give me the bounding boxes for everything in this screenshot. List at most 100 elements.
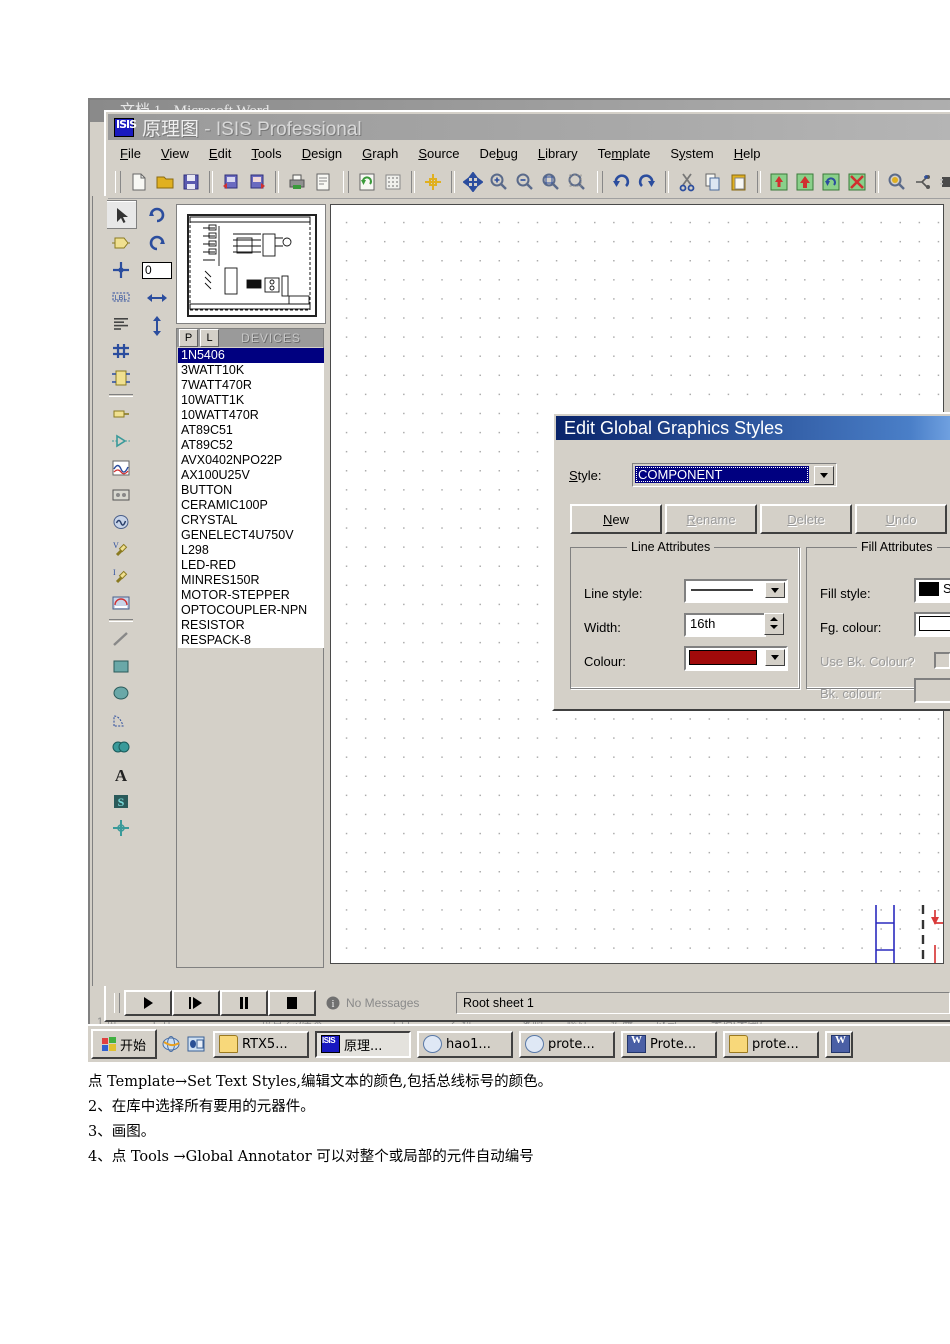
junction-dot-icon[interactable]: [106, 256, 136, 283]
line-colour-combobox[interactable]: [684, 646, 788, 671]
chevron-down-icon[interactable]: [814, 466, 834, 485]
graph-mode-icon[interactable]: [106, 454, 136, 481]
copy-icon[interactable]: [701, 170, 725, 194]
device-list-item[interactable]: GENELECT4U750V: [178, 528, 324, 543]
taskbar-button[interactable]: RTX5...: [213, 1030, 309, 1058]
marker-tool-icon[interactable]: [106, 814, 136, 841]
refresh-icon[interactable]: [355, 170, 379, 194]
fg-colour-combobox[interactable]: [914, 612, 950, 637]
menu-view[interactable]: View: [161, 146, 189, 161]
component-mode-icon[interactable]: [106, 229, 136, 256]
play-button[interactable]: [124, 990, 172, 1016]
menu-design[interactable]: Design: [302, 146, 342, 161]
device-list-item[interactable]: LED-RED: [178, 558, 324, 573]
menu-edit[interactable]: Edit: [209, 146, 231, 161]
devices-p-button[interactable]: P: [179, 329, 198, 347]
line-style-combobox[interactable]: [684, 579, 788, 603]
preview-panel[interactable]: [176, 204, 326, 324]
device-list-item[interactable]: RESPACK-8: [178, 633, 324, 648]
new-file-icon[interactable]: [127, 170, 151, 194]
toolbar-grip[interactable]: [343, 170, 349, 193]
save-file-icon[interactable]: [179, 170, 203, 194]
quick-launch-outlook-icon[interactable]: [185, 1033, 207, 1055]
box-tool-icon[interactable]: [106, 652, 136, 679]
step-button[interactable]: [172, 990, 220, 1016]
property-assign-icon[interactable]: [885, 170, 909, 194]
mirror-x-icon[interactable]: [142, 284, 172, 312]
terminals-mode-icon[interactable]: [106, 400, 136, 427]
device-list-item[interactable]: L298: [178, 543, 324, 558]
arc-tool-icon[interactable]: [106, 706, 136, 733]
menu-system[interactable]: System: [670, 146, 713, 161]
subcircuit-icon[interactable]: [106, 364, 136, 391]
mirror-y-icon[interactable]: [142, 312, 172, 340]
print-icon[interactable]: [285, 170, 309, 194]
menu-file[interactable]: File: [120, 146, 141, 161]
text-script-icon[interactable]: [106, 310, 136, 337]
text-tool-icon[interactable]: A: [106, 760, 136, 787]
device-list-item[interactable]: 3WATT10K: [178, 363, 324, 378]
device-list-item[interactable]: 10WATT1K: [178, 393, 324, 408]
menu-template[interactable]: Template: [598, 146, 651, 161]
fill-style-combobox[interactable]: Solid: [914, 578, 950, 603]
circle-tool-icon[interactable]: [106, 679, 136, 706]
taskbar-button[interactable]: prote...: [723, 1030, 819, 1058]
menu-library[interactable]: Library: [538, 146, 578, 161]
device-list-item[interactable]: AX100U25V: [178, 468, 324, 483]
taskbar-button[interactable]: hao1...: [417, 1030, 513, 1058]
menu-graph[interactable]: Graph: [362, 146, 398, 161]
toggle-grid-icon[interactable]: [381, 170, 405, 194]
virtual-instrument-icon[interactable]: [106, 589, 136, 616]
use-bk-colour-checkbox[interactable]: [934, 652, 950, 669]
line-tool-icon[interactable]: [106, 625, 136, 652]
device-list-item[interactable]: CRYSTAL: [178, 513, 324, 528]
devices-l-button[interactable]: L: [200, 329, 219, 347]
pause-button[interactable]: [220, 990, 268, 1016]
current-probe-icon[interactable]: I: [106, 562, 136, 589]
line-style-chevron-down-icon[interactable]: [765, 582, 785, 598]
wire-label-icon[interactable]: LBL: [106, 283, 136, 310]
taskbar-button[interactable]: Prote...: [621, 1030, 717, 1058]
menu-source[interactable]: Source: [418, 146, 459, 161]
style-combobox[interactable]: COMPONENT: [632, 463, 837, 487]
move-block-icon[interactable]: [793, 170, 817, 194]
zoom-area-icon[interactable]: [565, 170, 589, 194]
zoom-all-icon[interactable]: [539, 170, 563, 194]
selection-mode-icon[interactable]: [105, 200, 137, 229]
zoom-out-icon[interactable]: [513, 170, 537, 194]
import-section-icon[interactable]: [219, 170, 243, 194]
width-spinner[interactable]: [764, 613, 784, 635]
copy-block-icon[interactable]: [767, 170, 791, 194]
taskbar-button[interactable]: [825, 1030, 853, 1058]
redo-icon[interactable]: [635, 170, 659, 194]
width-field[interactable]: 16th: [684, 613, 766, 637]
devices-list[interactable]: 1N5406 3WATT10K 7WATT470R 10WATT1K 10WATT470…: [178, 348, 324, 648]
device-list-item[interactable]: AVX0402NPO22P: [178, 453, 324, 468]
pan-icon[interactable]: [461, 170, 485, 194]
paste-icon[interactable]: [727, 170, 751, 194]
bus-mode-icon[interactable]: [106, 337, 136, 364]
device-list-item[interactable]: MINRES150R: [178, 573, 324, 588]
toolbar-grip[interactable]: [597, 170, 603, 193]
netlist-icon[interactable]: [911, 170, 935, 194]
rotate-cw-icon[interactable]: [142, 200, 172, 228]
device-pins-icon[interactable]: [106, 427, 136, 454]
device-list-item[interactable]: MOTOR-STEPPER: [178, 588, 324, 603]
export-section-icon[interactable]: [245, 170, 269, 194]
zoom-in-icon[interactable]: [487, 170, 511, 194]
quick-launch-ie-icon[interactable]: [160, 1033, 182, 1055]
cut-icon[interactable]: [675, 170, 699, 194]
open-file-icon[interactable]: [153, 170, 177, 194]
pcb-design-icon[interactable]: [937, 170, 950, 194]
device-list-item[interactable]: 7WATT470R: [178, 378, 324, 393]
device-list-item[interactable]: 10WATT470R: [178, 408, 324, 423]
rotate-ccw-icon[interactable]: [142, 228, 172, 256]
canvas-vertical-scrollbar[interactable]: [92, 196, 107, 986]
symbol-tool-icon[interactable]: S: [106, 787, 136, 814]
menu-debug[interactable]: Debug: [480, 146, 518, 161]
device-list-item[interactable]: RESISTOR: [178, 618, 324, 633]
print-area-icon[interactable]: [311, 170, 335, 194]
rotate-block-icon[interactable]: [819, 170, 843, 194]
device-list-item[interactable]: BUTTON: [178, 483, 324, 498]
device-list-item[interactable]: OPTOCOUPLER-NPN: [178, 603, 324, 618]
